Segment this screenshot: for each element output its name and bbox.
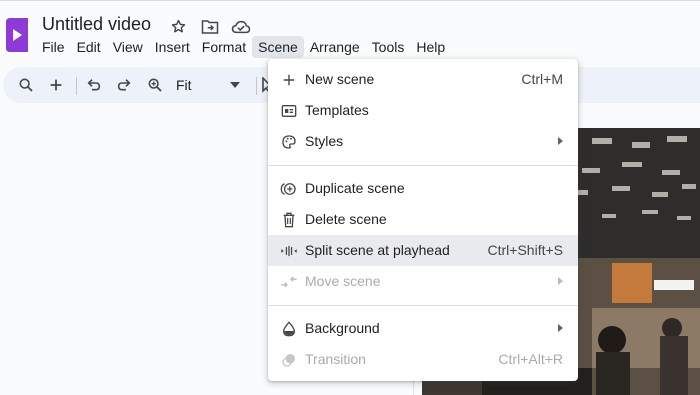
- zoom-dropdown-caret-icon[interactable]: [229, 73, 241, 97]
- duplicate-icon: [279, 179, 298, 198]
- menu-bar: File Edit View Insert Format Scene Arran…: [36, 36, 451, 58]
- menu-item-duplicate-scene[interactable]: Duplicate scene: [268, 173, 578, 204]
- menu-item-label: New scene: [305, 71, 375, 87]
- menu-item-label: Templates: [305, 102, 369, 118]
- transition-icon: [279, 350, 298, 369]
- menu-file[interactable]: File: [36, 36, 71, 58]
- menu-item-shortcut: Ctrl+Shift+S: [487, 242, 563, 258]
- toolbar-divider: [76, 77, 77, 95]
- menu-item-label: Delete scene: [305, 211, 387, 227]
- menu-item-styles[interactable]: Styles: [268, 126, 578, 157]
- redo-icon[interactable]: [113, 73, 135, 97]
- menu-item-delete-scene[interactable]: Delete scene: [268, 204, 578, 235]
- add-icon[interactable]: [45, 73, 67, 97]
- plus-icon: [279, 70, 298, 89]
- menu-arrange[interactable]: Arrange: [304, 36, 366, 58]
- menu-edit[interactable]: Edit: [71, 36, 107, 58]
- move-to-folder-icon[interactable]: [199, 16, 220, 37]
- menu-help[interactable]: Help: [410, 36, 451, 58]
- menu-format[interactable]: Format: [196, 36, 252, 58]
- cloud-saved-icon[interactable]: [230, 16, 251, 37]
- menu-item-background[interactable]: Background: [268, 313, 578, 344]
- menu-item-label: Split scene at playhead: [305, 242, 450, 258]
- menu-item-label: Background: [305, 320, 380, 336]
- zoom-select-value[interactable]: Fit: [176, 77, 192, 93]
- move-icon: [279, 272, 298, 291]
- undo-icon[interactable]: [83, 73, 105, 97]
- document-title[interactable]: Untitled video: [42, 14, 151, 35]
- menu-item-move-scene[interactable]: Move scene: [268, 266, 578, 297]
- star-icon[interactable]: [168, 16, 189, 37]
- menu-tools[interactable]: Tools: [366, 36, 411, 58]
- menu-item-label: Move scene: [305, 273, 381, 289]
- menu-item-new-scene[interactable]: New scene Ctrl+M: [268, 64, 578, 95]
- menu-item-shortcut: Ctrl+M: [521, 71, 563, 87]
- vids-logo-icon[interactable]: [6, 18, 28, 52]
- top-border: [0, 0, 700, 1]
- menu-divider: [268, 305, 578, 306]
- menu-scene[interactable]: Scene: [252, 36, 304, 58]
- submenu-arrow-icon: [558, 324, 563, 332]
- templates-icon: [279, 101, 298, 120]
- menu-view[interactable]: View: [107, 36, 149, 58]
- search-icon[interactable]: [15, 73, 37, 97]
- menu-item-split-scene[interactable]: Split scene at playhead Ctrl+Shift+S: [268, 235, 578, 266]
- palette-icon: [279, 132, 298, 151]
- menu-item-label: Duplicate scene: [305, 180, 405, 196]
- split-icon: [279, 241, 298, 260]
- menu-item-label: Transition: [305, 351, 366, 367]
- menu-item-transition[interactable]: Transition Ctrl+Alt+R: [268, 344, 578, 375]
- menu-item-label: Styles: [305, 133, 344, 149]
- submenu-arrow-icon: [558, 277, 563, 285]
- menu-item-shortcut: Ctrl+Alt+R: [498, 351, 563, 367]
- scene-menu-dropdown: New scene Ctrl+M Templates Styles Duplic…: [268, 59, 578, 381]
- menu-divider: [268, 165, 578, 166]
- background-fill-icon: [279, 319, 298, 338]
- menu-insert[interactable]: Insert: [149, 36, 196, 58]
- trash-icon: [279, 210, 298, 229]
- toolbar-divider: [256, 77, 257, 95]
- zoom-icon[interactable]: [144, 73, 166, 97]
- menu-item-templates[interactable]: Templates: [268, 95, 578, 126]
- submenu-arrow-icon: [558, 137, 563, 145]
